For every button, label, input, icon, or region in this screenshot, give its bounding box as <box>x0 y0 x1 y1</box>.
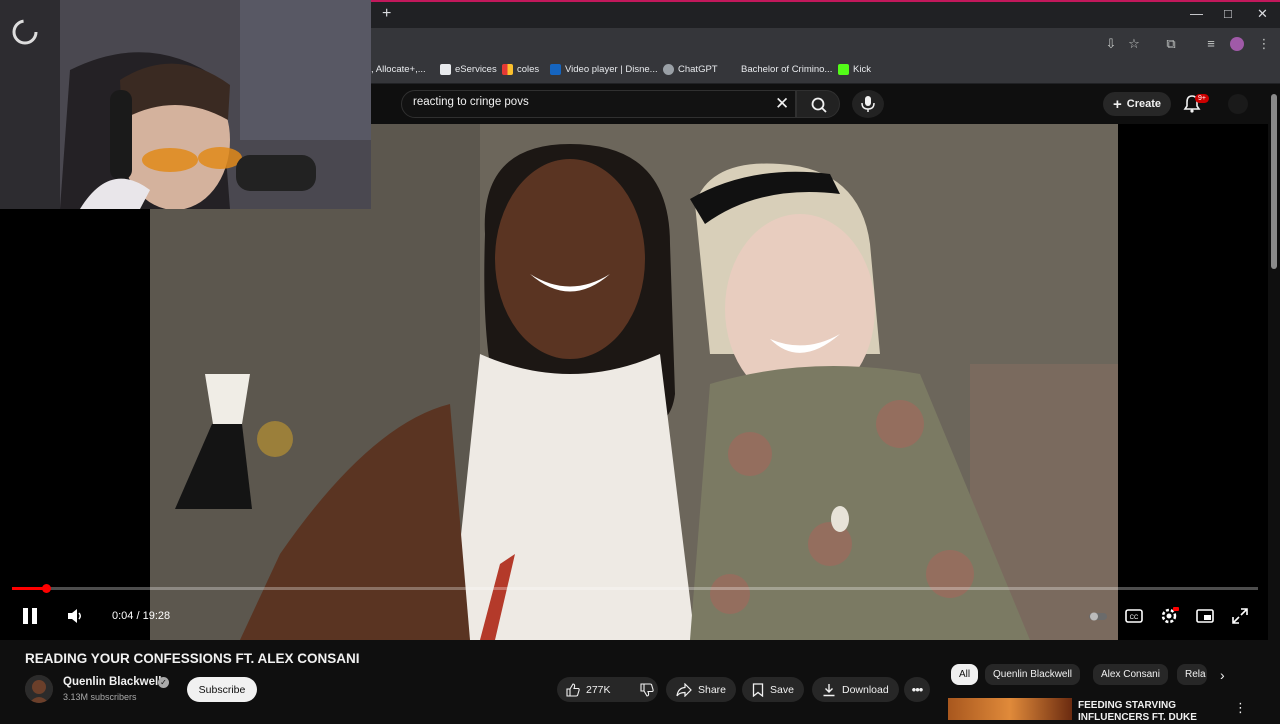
media-controls-icon[interactable]: ≡ <box>1203 36 1219 52</box>
bookmark-item[interactable]: coles <box>502 64 539 75</box>
bookmark-item[interactable]: Kick <box>838 64 871 75</box>
bookmark-item[interactable]: , Allocate+,... <box>371 64 426 75</box>
create-label: Create <box>1126 98 1161 110</box>
bookmark-item[interactable]: eServices <box>440 64 497 75</box>
bookmark-item[interactable]: Bachelor of Crimino... <box>726 64 832 75</box>
maximize-button[interactable]: □ <box>1224 6 1232 21</box>
video-title: READING YOUR CONFESSIONS FT. ALEX CONSAN… <box>25 651 360 666</box>
bookmark-star-icon[interactable]: ☆ <box>1126 36 1142 52</box>
like-button[interactable]: 277K <box>557 677 619 702</box>
progress-scrubber[interactable] <box>41 584 51 593</box>
plus-icon: + <box>1112 95 1122 113</box>
thumbs-down-icon <box>639 682 654 697</box>
time-display: 0:04 / 19:28 <box>112 610 171 622</box>
bookmark-item[interactable]: Video player | Disne... <box>550 64 658 75</box>
clear-search-icon[interactable]: ✕ <box>775 94 789 114</box>
share-icon <box>676 682 692 697</box>
thumbs-up-icon <box>566 682 580 697</box>
recommendation-title[interactable]: FEEDING STARVING INFLUENCERS FT. DUKE <box>1078 700 1218 724</box>
channel-name[interactable]: Quenlin Blackwell <box>63 676 161 688</box>
search-query[interactable]: reacting to cringe povs <box>413 96 529 108</box>
recommendation-thumbnail[interactable] <box>948 698 1072 720</box>
chip-related[interactable]: Rela <box>1177 664 1207 685</box>
new-tab-button[interactable]: + <box>382 5 391 23</box>
search-button[interactable] <box>796 90 840 118</box>
save-label: Save <box>770 683 794 696</box>
download-icon <box>823 683 835 696</box>
webcam-feed <box>0 0 371 209</box>
bookmark-item[interactable]: ChatGPT <box>663 64 718 75</box>
volume-button[interactable] <box>66 607 84 630</box>
settings-button[interactable] <box>1159 606 1179 626</box>
chevron-right-icon[interactable]: › <box>1220 667 1225 683</box>
svg-text:CC: CC <box>1130 615 1139 621</box>
bookmark-icon <box>752 682 764 697</box>
dislike-button[interactable] <box>631 677 662 702</box>
pause-button[interactable] <box>22 607 38 630</box>
progress-bar[interactable] <box>12 587 1258 590</box>
fullscreen-button[interactable] <box>1230 606 1250 626</box>
microphone-icon <box>861 96 875 112</box>
fullscreen-icon <box>1232 608 1248 624</box>
minimize-button[interactable]: — <box>1190 6 1203 21</box>
autoplay-icon <box>1089 612 1107 621</box>
search-icon <box>811 97 827 113</box>
create-button[interactable]: + Create <box>1103 92 1171 116</box>
download-button[interactable]: Download <box>812 677 899 702</box>
subscribe-button[interactable]: Subscribe <box>187 677 257 702</box>
webcam-overlay <box>0 0 371 209</box>
captions-button[interactable]: CC <box>1124 606 1144 626</box>
channel-avatar[interactable] <box>25 675 53 703</box>
more-actions-button[interactable]: ••• <box>904 677 930 702</box>
extensions-icon[interactable]: ⧉ <box>1163 36 1179 52</box>
notification-badge: 9+ <box>1195 94 1209 103</box>
save-button[interactable]: Save <box>742 677 804 702</box>
subscriber-count: 3.13M subscribers <box>63 692 137 702</box>
gear-icon <box>1161 607 1179 624</box>
miniplayer-button[interactable] <box>1195 606 1215 626</box>
more-vertical-icon[interactable]: ⋮ <box>1234 700 1247 716</box>
like-count: 277K <box>586 683 611 696</box>
volume-icon <box>68 609 81 623</box>
chip-alex-consani[interactable]: Alex Consani <box>1093 664 1168 685</box>
install-app-icon[interactable]: ⇩ <box>1103 36 1119 52</box>
menu-kebab-icon[interactable]: ⋮ <box>1256 36 1272 52</box>
more-horizontal-icon: ••• <box>911 682 924 697</box>
autoplay-toggle[interactable] <box>1088 606 1108 626</box>
account-avatar[interactable] <box>1228 94 1248 114</box>
page-scrollbar[interactable] <box>1270 86 1278 720</box>
download-label: Download <box>842 683 889 696</box>
share-button[interactable]: Share <box>666 677 737 702</box>
chip-channel[interactable]: Quenlin Blackwell <box>985 664 1080 685</box>
profile-avatar[interactable] <box>1230 37 1244 51</box>
share-label: Share <box>698 683 727 696</box>
chip-all[interactable]: All <box>951 664 979 685</box>
pause-icon <box>23 608 37 624</box>
like-dislike-group: 277K <box>557 677 658 702</box>
progress-fill <box>12 587 46 590</box>
verified-check-icon: ✓ <box>158 677 169 688</box>
voice-search-button[interactable] <box>852 90 884 118</box>
miniplayer-icon <box>1196 609 1214 623</box>
close-window-button[interactable]: ✕ <box>1257 6 1268 22</box>
captions-icon: CC <box>1125 609 1143 623</box>
channel-avatar-image <box>25 675 53 703</box>
